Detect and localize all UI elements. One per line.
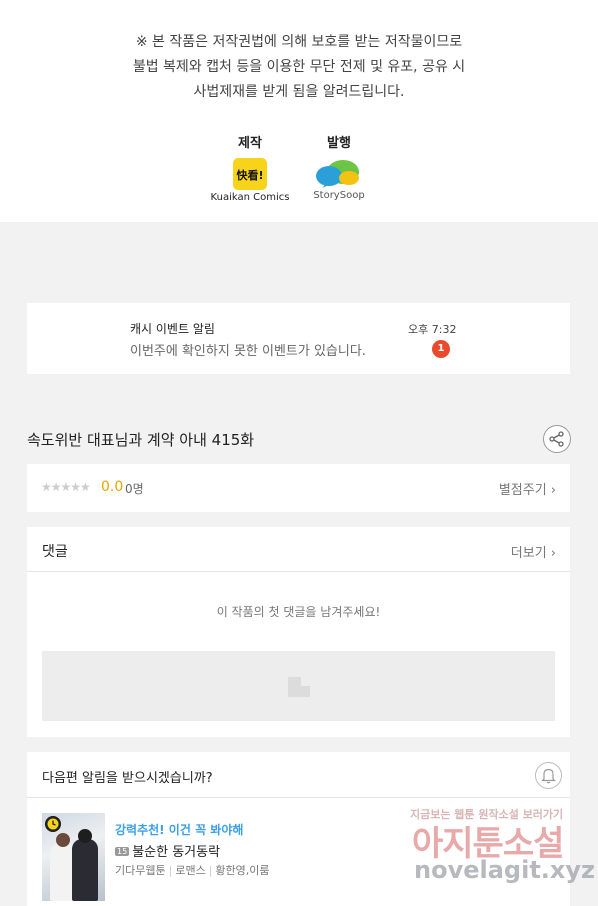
alert-message: 이번주에 확인하지 못한 이벤트가 있습니다. [130,344,366,359]
kuaikan-logo-text: 快看! [235,168,263,182]
rating-stars-icon: ★★★★★ [41,480,91,494]
comments-more-button[interactable]: 더보기 › [511,542,556,561]
alert-time: 오후 7:32 [408,323,457,336]
bell-icon [541,768,556,784]
storysoop-logo-icon [316,160,359,188]
event-alert-card[interactable]: 캐시 이벤트 알림 이번주에 확인하지 못한 이벤트가 있습니다. 오후 7:3… [27,303,570,374]
notice-line-1: ※ 본 작품은 저작권법에 의해 보호를 받는 저작물이므로 [135,34,463,50]
next-alert-question: 다음편 알림을 받으시겠습니까? [42,771,213,786]
meta-separator: | [208,864,213,877]
age-rating-badge: 15 [115,847,130,856]
producer-name: Kuaikan Comics [210,192,290,203]
comments-title: 댓글 [42,544,68,560]
thumbnail-head-2 [78,829,92,843]
recommendation-title-text: 불순한 동거동락 [132,845,221,860]
publisher-name: StorySoop [313,190,365,201]
recommendation-meta: 기다무웹툰 | 로맨스 | 황한영,이룸 [115,862,270,878]
image-placeholder-icon [288,677,310,697]
wait-free-clock-icon [45,816,61,832]
rating-score: 0.0 [101,479,124,495]
rate-button[interactable]: 별점주기 › [499,479,556,498]
share-icon [549,431,564,447]
meta-category: 기다무웹툰 [115,864,166,877]
kuaikan-logo-icon: 快看! [233,158,267,190]
notification-toggle-button[interactable] [535,762,562,789]
thumbnail-figure-2 [72,839,98,901]
rating-card: ★★★★★ 0.0 0명 별점주기 › [27,464,570,512]
comments-card: 댓글 더보기 › 이 작품의 첫 댓글을 남겨주세요! [27,527,570,737]
notice-line-3: 사법제재를 받게 됨을 알려드립니다. [193,84,405,100]
alert-title: 캐시 이벤트 알림 [130,322,215,336]
episode-title: 속도위반 대표님과 계약 아내 415화 [27,431,255,449]
notice-line-2: 불법 복제와 캡처 등을 이용한 무단 전제 및 유포, 공유 시 [132,59,466,75]
next-episode-alert-card: 다음편 알림을 받으시겠습니까? 강력추천! 이건 꼭 봐야해 15 불순한 동거… [27,752,570,906]
meta-separator: | [168,864,173,877]
publisher-credit: 발행 StorySoop [294,136,384,201]
copyright-notice: ※ 본 작품은 저작권법에 의해 보호를 받는 저작물이므로 불법 복제와 캡처… [0,30,598,105]
rating-count: 0명 [125,482,144,496]
comment-input-box[interactable] [42,651,555,721]
comments-header: 댓글 더보기 › [27,527,570,572]
next-alert-header: 다음편 알림을 받으시겠습니까? [27,752,570,798]
producer-label: 제작 [238,136,262,151]
thumbnail-head-1 [56,833,70,847]
recommendation-title[interactable]: 15 불순한 동거동락 [115,841,220,860]
copyright-notice-section: ※ 본 작품은 저작권법에 의해 보호를 받는 저작물이므로 불법 복제와 캡처… [0,0,598,222]
producer-credit: 제작 快看! Kuaikan Comics [205,136,295,203]
recommendation-tag: 강력추천! 이건 꼭 봐야해 [115,823,244,837]
publisher-label: 발행 [327,136,351,151]
credits: 제작 快看! Kuaikan Comics 발행 StorySoop [0,136,598,216]
meta-authors: 황한영,이룸 [215,864,270,877]
meta-genre: 로맨스 [175,864,206,877]
recommendation-thumbnail[interactable] [42,813,105,901]
share-button[interactable] [543,425,571,453]
comments-empty-message: 이 작품의 첫 댓글을 남겨주세요! [216,605,381,619]
alert-count-badge: 1 [432,340,450,358]
